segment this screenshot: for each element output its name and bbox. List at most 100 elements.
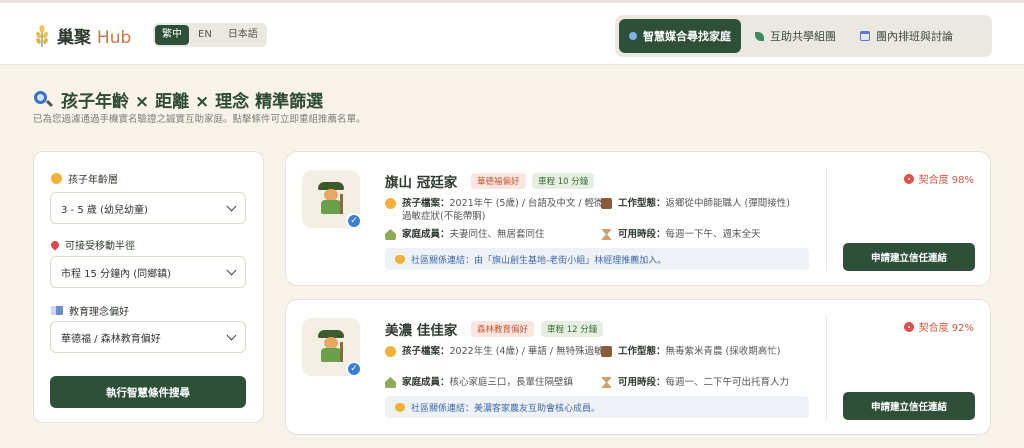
community-link-text: 社區關係連結：由「旗山創生基地-老街小組」林經理推薦加入。 [411, 255, 667, 266]
work-info: 工作型態：返鄉從中師能職人 (彈間接性) [601, 197, 816, 210]
time-info: 可用時段：每週一、二下午可出托育人力 [601, 376, 816, 389]
community-link-text: 社區關係連結：美濃客家農友互助會核心成員。 [411, 403, 601, 414]
main-nav: 智慧媒合尋找家庭 互助共學組團 團內排班與討論 [615, 15, 992, 57]
house-icon [385, 377, 396, 388]
child-face-icon [51, 173, 62, 184]
members-value: 夫妻同住、無居套同住 [449, 229, 545, 240]
age-label: 孩子年齡層 [51, 171, 118, 186]
philosophy-tag: 華德福偏好 [471, 173, 526, 189]
verified-check-icon: ✓ [346, 361, 362, 377]
match-score-text: 契合度 92% [918, 323, 974, 334]
age-select[interactable]: 3 - 5 歲 (幼兒幼童) [50, 192, 246, 224]
philosophy-select-value: 華德福 / 森林教育偏好 [61, 333, 161, 345]
logo[interactable]: 巢聚 Hub [35, 23, 131, 48]
farmer-icon [318, 330, 344, 364]
filter-panel: 孩子年齡層 3 - 5 歲 (幼兒幼童) 可接受移動半徑 市程 15 分鐘內 (… [33, 151, 264, 423]
logo-hub: Hub [96, 28, 132, 48]
time-value: 每週一、二下午可出托育人力 [665, 377, 790, 388]
book-icon [51, 306, 63, 315]
lang-zh[interactable]: 繁中 [155, 25, 189, 45]
leaf-icon [755, 31, 764, 41]
work-value: 返鄉從中師能職人 (彈間接性) [665, 198, 790, 209]
logo-name: 巢聚 [57, 28, 91, 48]
lang-ja[interactable]: 日本語 [221, 25, 265, 45]
chevron-down-icon [226, 265, 237, 275]
community-link: 社區關係連結：由「旗山創生基地-老街小組」林經理推薦加入。 [385, 248, 809, 270]
distance-select-value: 市程 15 分鐘內 (同鄉鎮) [61, 268, 172, 280]
calendar-icon [860, 31, 870, 41]
child-info: 孩子檔案：2021年午 (5歲) / 台語及中文 / 輕微過敏症狀(不能帶胴) [385, 197, 605, 223]
child-info: 孩子檔案：2022年生 (4歲) / 華語 / 無特殊過敏 [385, 345, 605, 358]
match-score: 契合度 92% [903, 319, 974, 334]
baby-icon [385, 346, 396, 357]
match-score: 契合度 98% [903, 171, 974, 186]
child-value: 2022年生 (4歲) / 華語 / 無特殊過敏 [449, 346, 604, 357]
family-card: ✓ 美濃 佳佳家 森林教育偏好 車程 12 分鐘 孩子檔案：2022年生 (4歲… [285, 299, 991, 435]
members-info: 家庭成員：夫妻同住、無居套同住 [385, 228, 595, 241]
wheat-icon [35, 24, 49, 47]
work-label: 工作型態： [618, 198, 666, 209]
age-label-text: 孩子年齡層 [68, 175, 118, 186]
philosophy-select[interactable]: 華德福 / 森林教育偏好 [50, 321, 246, 353]
work-value: 無毒紫米青農 (採收期高忙) [665, 346, 781, 357]
age-select-value: 3 - 5 歲 (幼兒幼童) [61, 204, 148, 216]
nav-label: 智慧媒合尋找家庭 [643, 30, 731, 43]
distance-tag: 車程 10 分鐘 [532, 173, 595, 189]
farmer-icon [318, 182, 344, 216]
language-switcher: 繁中 EN 日本語 [153, 23, 267, 47]
pin-icon [49, 238, 61, 251]
card-divider [826, 168, 827, 271]
time-label: 可用時段： [618, 229, 666, 240]
work-label: 工作型態： [618, 346, 666, 357]
apply-trust-link-button[interactable]: 申請建立信任連結 [843, 243, 975, 271]
family-name: 美濃 佳佳家 [385, 323, 458, 339]
time-value: 每週一下午、週末全天 [665, 229, 761, 240]
page-subtitle: 已為您過濾通過手機實名驗證之誠實互助家庭。點擊條件可立即重組推薦名單。 [33, 114, 366, 125]
avatar: ✓ [302, 170, 362, 229]
chevron-down-icon [226, 201, 237, 211]
briefcase-icon [601, 198, 612, 209]
distance-label-text: 可接受移動半徑 [65, 241, 135, 252]
baby-icon [385, 198, 396, 209]
child-label: 孩子檔案： [402, 346, 450, 357]
blue-dot-icon [629, 32, 637, 40]
nav-co-learning[interactable]: 互助共學組團 [745, 19, 846, 53]
magnifier-icon [33, 90, 54, 110]
time-label: 可用時段： [618, 377, 666, 388]
handshake-icon [395, 402, 405, 412]
members-label: 家庭成員： [402, 229, 450, 240]
nav-label: 互助共學組團 [770, 30, 836, 43]
philosophy-tag: 森林教育偏好 [471, 321, 535, 337]
hourglass-icon [601, 377, 612, 388]
verified-check-icon: ✓ [346, 213, 362, 229]
philosophy-label: 教育理念偏好 [51, 303, 129, 318]
card-divider [826, 316, 827, 420]
target-icon [903, 321, 914, 332]
child-label: 孩子檔案： [402, 198, 450, 209]
briefcase-icon [601, 346, 612, 357]
lang-en[interactable]: EN [191, 25, 219, 45]
target-icon [903, 173, 914, 184]
members-value: 核心家庭三口，長輩住隔壁鎮 [449, 377, 574, 388]
distance-label: 可接受移動半徑 [49, 237, 135, 252]
avatar: ✓ [302, 318, 362, 377]
chevron-down-icon [226, 330, 237, 340]
family-name: 旗山 冠廷家 [385, 175, 458, 191]
house-icon [385, 229, 396, 240]
match-score-text: 契合度 98% [918, 175, 974, 186]
distance-tag: 車程 12 分鐘 [541, 321, 604, 337]
family-card: ✓ 旗山 冠廷家 華德福偏好 車程 10 分鐘 孩子檔案：2021年午 (5歲)… [285, 151, 991, 286]
app-header: 巢聚 Hub 繁中 EN 日本語 智慧媒合尋找家庭 互助共學組團 團內排班與討論 [0, 3, 1024, 65]
page-title-text: 孩子年齡 × 距離 × 理念 精準篩選 [61, 92, 324, 112]
nav-schedule[interactable]: 團內排班與討論 [850, 19, 963, 53]
members-label: 家庭成員： [402, 377, 450, 388]
logo-text: 巢聚 Hub [57, 23, 131, 48]
nav-smart-match[interactable]: 智慧媒合尋找家庭 [619, 19, 741, 53]
distance-select[interactable]: 市程 15 分鐘內 (同鄉鎮) [50, 256, 246, 288]
members-info: 家庭成員：核心家庭三口，長輩住隔壁鎮 [385, 376, 595, 389]
smart-search-button[interactable]: 執行智慧條件搜尋 [50, 376, 246, 408]
page-title: 孩子年齡 × 距離 × 理念 精準篩選 [33, 87, 323, 112]
community-link: 社區關係連結：美濃客家農友互助會核心成員。 [385, 396, 809, 418]
apply-trust-link-button[interactable]: 申請建立信任連結 [843, 392, 975, 420]
nav-label: 團內排班與討論 [876, 30, 953, 43]
